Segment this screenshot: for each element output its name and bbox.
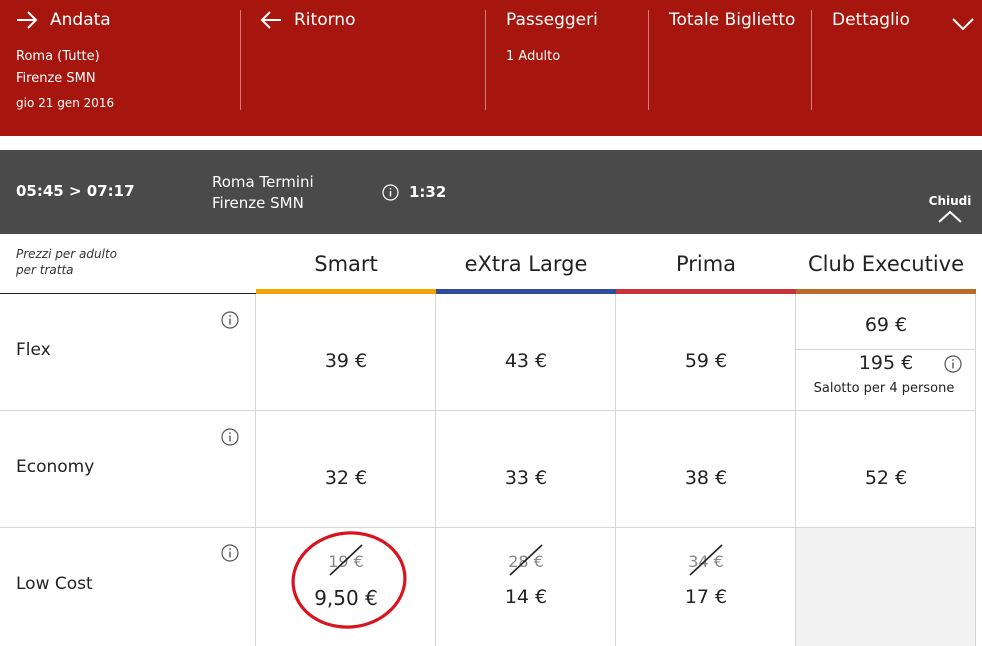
train-times: 05:45 > 07:17 — [16, 182, 135, 200]
andata-title: Andata — [50, 10, 111, 30]
column-smart-label: Smart — [314, 252, 378, 276]
divider — [811, 10, 812, 110]
booking-summary-bar: Andata Roma (Tutte) Firenze SMN gio 21 g… — [0, 0, 982, 136]
price-table: Prezzi per adulto per tratta Smart eXtra… — [0, 234, 982, 646]
arrow-right-icon — [17, 11, 38, 29]
price-flex-smart[interactable]: 39 € — [256, 350, 436, 372]
price-economy-extra-large[interactable]: 33 € — [436, 467, 616, 489]
info-icon[interactable] — [221, 311, 239, 329]
totale-section: Totale Biglietto — [669, 0, 809, 136]
ritorno-title: Ritorno — [294, 10, 356, 30]
salotto-note: Salotto per 4 persone — [813, 381, 955, 396]
column-extra-large: eXtra Large — [436, 234, 616, 294]
price-economy-prima[interactable]: 38 € — [616, 467, 796, 489]
strikethrough-mark — [689, 544, 723, 576]
chevron-down-icon[interactable] — [952, 17, 974, 31]
row-label-flex: Flex — [16, 340, 51, 360]
close-button[interactable]: Chiudi — [920, 194, 980, 227]
andata-destination: Firenze SMN — [16, 71, 96, 86]
train-solution-bar[interactable]: 05:45 > 07:17 Roma Termini Firenze SMN 1… — [0, 150, 982, 234]
andata-date: gio 21 gen 2016 — [16, 96, 115, 110]
unavailable-cell — [796, 528, 975, 646]
column-prima-label: Prima — [675, 252, 737, 276]
column-extra-large-label: eXtra Large — [464, 252, 588, 276]
price-note: Prezzi per adulto per tratta — [16, 246, 117, 278]
andata-section[interactable]: Andata Roma (Tutte) Firenze SMN gio 21 g… — [16, 0, 236, 136]
page: Andata Roma (Tutte) Firenze SMN gio 21 g… — [0, 0, 982, 646]
column-smart-bar — [256, 289, 436, 294]
column-extra-large-bar — [436, 289, 616, 294]
ritorno-heading: Ritorno — [260, 10, 355, 30]
column-prima-bar — [616, 289, 796, 294]
divider — [648, 10, 649, 110]
highlight-circle — [291, 531, 407, 629]
andata-heading: Andata — [16, 10, 111, 30]
column-club-executive: Club Executive — [796, 234, 976, 294]
price-flex-club[interactable]: 69 € — [796, 314, 976, 336]
divider — [0, 293, 256, 294]
column-club-executive-bar — [796, 289, 976, 294]
station-from: Roma Termini — [212, 173, 314, 191]
price-economy-smart[interactable]: 32 € — [256, 467, 436, 489]
arrow-left-icon — [260, 11, 281, 29]
divider — [485, 10, 486, 110]
price-flex-extra-large[interactable]: 43 € — [436, 350, 616, 372]
price-note-line2: per tratta — [16, 263, 74, 277]
train-stations: Roma Termini Firenze SMN — [212, 172, 314, 214]
column-club-executive-label: Club Executive — [807, 252, 965, 276]
column-smart: Smart — [256, 234, 436, 294]
price-flex-prima[interactable]: 59 € — [616, 350, 796, 372]
price-low-cost-prima[interactable]: 17 € — [616, 586, 796, 608]
row-label-economy: Economy — [16, 457, 95, 477]
info-icon[interactable] — [221, 544, 239, 562]
info-icon[interactable] — [382, 183, 399, 201]
duration-value: 1:32 — [409, 183, 447, 201]
totale-title: Totale Biglietto — [669, 10, 796, 30]
passeggeri-title: Passeggeri — [506, 10, 598, 30]
info-icon[interactable] — [221, 428, 239, 446]
strikethrough-mark — [509, 544, 543, 576]
column-prima: Prima — [616, 234, 796, 294]
price-note-line1: Prezzi per adulto — [16, 247, 118, 261]
dettaglio-title: Dettaglio — [832, 10, 910, 30]
andata-origin: Roma (Tutte) — [16, 49, 100, 64]
ritorno-section[interactable]: Ritorno — [260, 0, 480, 136]
train-duration: 1:32 — [382, 183, 446, 201]
divider — [0, 410, 976, 411]
price-economy-club[interactable]: 52 € — [796, 467, 976, 489]
close-label: Chiudi — [928, 194, 972, 208]
info-icon[interactable] — [944, 355, 962, 373]
row-label-low-cost: Low Cost — [16, 574, 93, 594]
chevron-up-icon — [938, 210, 962, 223]
station-to: Firenze SMN — [212, 194, 304, 212]
divider — [796, 349, 976, 350]
divider — [240, 10, 241, 110]
passeggeri-section[interactable]: Passeggeri 1 Adulto — [506, 0, 646, 136]
price-low-cost-extra-large[interactable]: 14 € — [436, 586, 616, 608]
dettaglio-section[interactable]: Dettaglio — [832, 0, 977, 136]
passeggeri-value: 1 Adulto — [506, 49, 561, 64]
